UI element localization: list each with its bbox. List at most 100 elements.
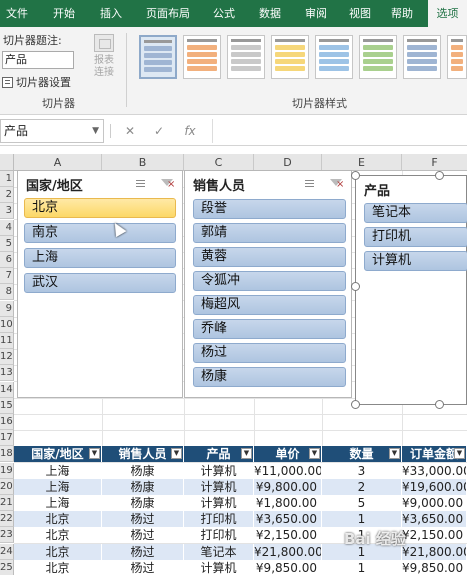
slicer-style-8[interactable]	[447, 35, 467, 79]
table-cell[interactable]: ¥2,150.00	[402, 527, 467, 543]
table-cell[interactable]: 计算机	[184, 560, 254, 575]
row-header[interactable]: 19	[0, 463, 14, 479]
slicer-item-guojing[interactable]: 郭靖	[193, 223, 346, 243]
multi-select-icon[interactable]	[134, 177, 148, 191]
column-header-b[interactable]: B	[102, 154, 184, 171]
slicer-caption-input[interactable]: 产品	[2, 51, 74, 69]
table-cell[interactable]: 北京	[14, 544, 102, 560]
column-header-c[interactable]: C	[184, 154, 254, 171]
table-cell[interactable]: ¥1,800.00	[254, 495, 322, 511]
filter-dropdown-icon[interactable]: ▼	[389, 448, 400, 459]
tab-view[interactable]: 视图	[342, 0, 378, 27]
tab-review[interactable]: 审阅	[298, 0, 334, 27]
report-connections-button[interactable]: 报表 连接	[86, 34, 122, 79]
slicer-item-shanghai[interactable]: 上海	[24, 248, 176, 268]
slicer-item-huangrong[interactable]: 黄蓉	[193, 247, 346, 267]
resize-handle[interactable]	[351, 171, 360, 180]
row-header[interactable]: 1	[0, 171, 14, 187]
row-header[interactable]: 23	[0, 527, 14, 543]
resize-handle[interactable]	[435, 400, 444, 409]
tab-insert[interactable]: 插入	[93, 0, 129, 27]
multi-select-icon[interactable]	[303, 177, 317, 191]
table-cell[interactable]: 杨过	[102, 511, 184, 527]
table-header-cell[interactable]: 产品 ▼	[184, 446, 254, 462]
row-header[interactable]: 16	[0, 414, 14, 430]
tab-data[interactable]: 数据	[252, 0, 288, 27]
select-all-corner[interactable]	[0, 154, 14, 171]
column-header-e[interactable]: E	[322, 154, 402, 171]
row-header[interactable]: 20	[0, 479, 14, 495]
clear-filter-icon[interactable]	[160, 177, 175, 191]
formula-input[interactable]	[212, 119, 467, 143]
row-header[interactable]: 15	[0, 398, 14, 414]
filter-dropdown-icon[interactable]: ▼	[89, 448, 100, 459]
table-cell[interactable]: 1	[322, 511, 402, 527]
slicer-item-yangguo[interactable]: 杨过	[193, 343, 346, 363]
table-cell[interactable]: 北京	[14, 560, 102, 575]
table-cell[interactable]: ¥19,600.00	[402, 479, 467, 495]
row-header[interactable]: 18	[0, 446, 14, 462]
table-cell[interactable]: ¥33,000.00	[402, 463, 467, 479]
column-header-f[interactable]: F	[402, 154, 467, 171]
slicer-style-1[interactable]	[139, 35, 177, 79]
row-header[interactable]: 11	[0, 333, 14, 349]
slicer-salesperson[interactable]: 销售人员 段誉 郭靖 黄蓉 令狐冲 梅超风 乔峰 杨过 杨康	[184, 170, 352, 398]
row-header[interactable]: 6	[0, 252, 14, 268]
slicer-item-beijing[interactable]: 北京	[24, 198, 176, 218]
table-cell[interactable]: 笔记本	[184, 544, 254, 560]
insert-function-icon[interactable]: fx	[181, 122, 199, 140]
table-cell[interactable]: 上海	[14, 463, 102, 479]
slicer-item-duanyu[interactable]: 段誉	[193, 199, 346, 219]
row-header[interactable]: 7	[0, 268, 14, 284]
table-header-cell[interactable]: 订单金额 ▼	[402, 446, 467, 462]
table-header-cell[interactable]: 国家/地区 ▼	[14, 446, 102, 462]
tab-options[interactable]: 选项	[428, 0, 467, 27]
row-header[interactable]: 21	[0, 495, 14, 511]
slicer-product[interactable]: 产品 笔记本 打印机 计算机	[355, 175, 467, 405]
resize-handle[interactable]	[351, 400, 360, 409]
table-cell[interactable]: ¥21,800.00	[402, 544, 467, 560]
table-cell[interactable]: 杨康	[102, 463, 184, 479]
slicer-settings-button[interactable]: 切片器设置	[2, 74, 71, 90]
table-cell[interactable]: 杨过	[102, 560, 184, 575]
row-header[interactable]: 8	[0, 284, 14, 300]
table-cell[interactable]: 北京	[14, 511, 102, 527]
tab-formulas[interactable]: 公式	[206, 0, 242, 27]
row-header[interactable]: 14	[0, 382, 14, 398]
table-cell[interactable]: 北京	[14, 527, 102, 543]
row-header[interactable]: 25	[0, 560, 14, 575]
filter-dropdown-icon[interactable]: ▼	[454, 448, 465, 459]
table-cell[interactable]: ¥9,850.00	[402, 560, 467, 575]
chevron-down-icon[interactable]: ▼	[92, 120, 99, 142]
row-header[interactable]: 22	[0, 511, 14, 527]
table-cell[interactable]: ¥9,850.00	[254, 560, 322, 575]
tab-file[interactable]: 文件	[0, 0, 34, 27]
table-cell[interactable]: ¥3,650.00	[254, 511, 322, 527]
table-cell[interactable]: 1	[322, 560, 402, 575]
slicer-item-wuhan[interactable]: 武汉	[24, 273, 176, 293]
slicer-item-qiaofeng[interactable]: 乔峰	[193, 319, 346, 339]
row-header[interactable]: 17	[0, 430, 14, 446]
slicer-style-5[interactable]	[315, 35, 353, 79]
row-header[interactable]: 24	[0, 544, 14, 560]
table-header-cell[interactable]: 单价 ▼	[254, 446, 322, 462]
slicer-item-computer[interactable]: 计算机	[364, 251, 467, 271]
table-cell[interactable]: ¥21,800.00	[254, 544, 322, 560]
table-cell[interactable]: ¥3,650.00	[402, 511, 467, 527]
row-header[interactable]: 10	[0, 317, 14, 333]
slicer-item-printer[interactable]: 打印机	[364, 227, 467, 247]
tab-help[interactable]: 帮助	[384, 0, 420, 27]
slicer-item-nanjing[interactable]: 南京	[24, 223, 176, 243]
slicer-item-notebook[interactable]: 笔记本	[364, 203, 467, 223]
table-cell[interactable]: ¥11,000.00	[254, 463, 322, 479]
tab-home[interactable]: 开始	[46, 0, 82, 27]
table-cell[interactable]: 杨过	[102, 527, 184, 543]
table-header-cell[interactable]: 销售人员 ▼	[102, 446, 184, 462]
resize-handle[interactable]	[351, 282, 360, 291]
slicer-style-3[interactable]	[227, 35, 265, 79]
table-cell[interactable]: 计算机	[184, 479, 254, 495]
table-cell[interactable]: 计算机	[184, 495, 254, 511]
tab-page-layout[interactable]: 页面布局	[140, 0, 196, 27]
clear-filter-icon[interactable]	[329, 177, 344, 191]
column-header-d[interactable]: D	[254, 154, 322, 171]
